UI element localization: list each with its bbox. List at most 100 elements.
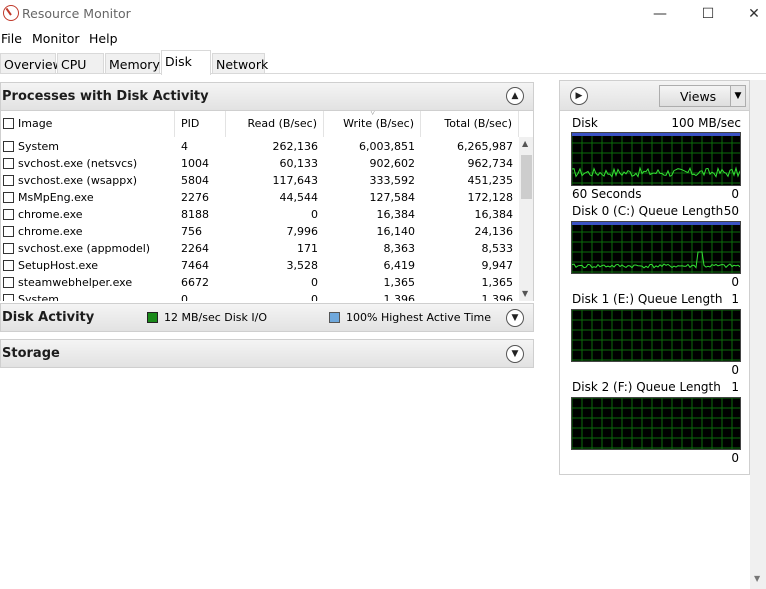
cell-write: 127,584 [369, 191, 416, 204]
column-header-image[interactable]: Image [1, 111, 175, 137]
row-checkbox[interactable] [3, 209, 14, 220]
tab-network[interactable]: Network [212, 53, 268, 74]
graph-min: 0 [731, 363, 739, 377]
views-dropdown-icon[interactable]: ▼ [730, 85, 746, 107]
graph-min: 0 [731, 187, 739, 201]
active-time-legend-swatch [329, 312, 340, 323]
cell-pid: 7464 [181, 259, 209, 272]
cell-pid: 8188 [181, 208, 209, 221]
close-button[interactable]: ✕ [731, 0, 766, 28]
cell-read: 60,133 [279, 157, 319, 170]
cell-total: 451,235 [467, 174, 514, 187]
table-row[interactable]: SetupHost.exe 7464 3,528 6,419 9,947 [1, 257, 519, 274]
menu-bar: File Monitor Help [0, 28, 766, 48]
cell-write: 6,003,851 [359, 140, 415, 153]
graph-title: Disk [572, 116, 598, 130]
disk-activity-panel-header[interactable]: Disk Activity 12 MB/sec Disk I/O 100% Hi… [0, 303, 534, 332]
disk-activity-panel-title: Disk Activity [2, 310, 95, 325]
minimize-button[interactable]: — [637, 0, 683, 28]
row-checkbox[interactable] [3, 260, 14, 271]
column-header-write[interactable]: ▽ Write (B/sec) [324, 111, 421, 137]
column-header-read[interactable]: Read (B/sec) [226, 111, 324, 137]
scroll-down-icon[interactable]: ▼ [754, 574, 760, 583]
cell-image: chrome.exe [18, 208, 83, 221]
active-time-bar [572, 133, 740, 136]
graph-max: 100 MB/sec [671, 116, 741, 130]
cell-pid: 6672 [181, 276, 209, 289]
row-checkbox[interactable] [3, 141, 14, 152]
collapse-up-icon[interactable]: ▲ [506, 87, 524, 105]
storage-panel-header[interactable]: Storage ▼ [0, 339, 534, 368]
cell-read: 7,996 [286, 225, 319, 238]
row-checkbox[interactable] [3, 192, 14, 203]
select-all-checkbox[interactable] [3, 118, 14, 129]
graph-max: 50 [723, 204, 739, 218]
table-row[interactable]: System 4 262,136 6,003,851 6,265,987 [1, 138, 519, 155]
cell-pid: 4 [181, 140, 188, 153]
cell-image: svchost.exe (wsappx) [18, 174, 138, 187]
table-row[interactable]: System 0 0 1,396 1,396 [1, 291, 519, 301]
window-scrollbar[interactable]: ▼ [750, 80, 766, 589]
row-checkbox[interactable] [3, 175, 14, 186]
table-row[interactable]: svchost.exe (wsappx) 5804 117,643 333,592 45… [1, 172, 519, 189]
table-row[interactable]: svchost.exe (appmodel) 2264 171 8,363 8,533 [1, 240, 519, 257]
tab-memory[interactable]: Memory [105, 53, 160, 74]
row-checkbox[interactable] [3, 294, 14, 301]
disk-1-queue-graph [571, 309, 741, 362]
scroll-up-icon[interactable]: ▲ [522, 139, 528, 148]
cell-read: 0 [311, 208, 318, 221]
cell-read: 0 [311, 293, 318, 301]
cell-write: 8,363 [383, 242, 416, 255]
cell-write: 1,365 [383, 276, 416, 289]
cell-read: 0 [311, 276, 318, 289]
resource-monitor-icon [3, 5, 19, 21]
cell-total: 16,384 [474, 208, 514, 221]
menu-monitor[interactable]: Monitor [32, 31, 80, 46]
graph-panel: ▶ Views ▼ Disk 100 MB/sec 60 Seconds 0 D… [559, 80, 750, 475]
processes-panel-title: Processes with Disk Activity [2, 89, 209, 104]
cell-image: svchost.exe (appmodel) [18, 242, 151, 255]
cell-pid: 5804 [181, 174, 209, 187]
expand-down-icon[interactable]: ▼ [506, 345, 524, 363]
graph-panel-toolbar: ▶ Views ▼ [560, 81, 749, 111]
cell-image: MsMpEng.exe [18, 191, 94, 204]
column-header-total[interactable]: Total (B/sec) [421, 111, 519, 137]
tab-overview[interactable]: Overview [0, 53, 63, 74]
scroll-down-icon[interactable]: ▼ [522, 289, 528, 298]
graph-min: 0 [731, 451, 739, 465]
views-button[interactable]: Views [659, 85, 735, 107]
row-checkbox[interactable] [3, 277, 14, 288]
cell-image: steamwebhelper.exe [18, 276, 133, 289]
table-row[interactable]: chrome.exe 756 7,996 16,140 24,136 [1, 223, 519, 240]
cell-read: 117,643 [272, 174, 319, 187]
processes-panel-header[interactable]: Processes with Disk Activity ▲ [0, 82, 534, 111]
table-row[interactable]: MsMpEng.exe 2276 44,544 127,584 172,128 [1, 189, 519, 206]
tab-bar: Overview CPU Memory Disk Network [0, 48, 766, 75]
process-table-scrollbar[interactable]: ▲ ▼ [519, 137, 533, 301]
chevron-right-icon[interactable]: ▶ [570, 87, 588, 105]
menu-help[interactable]: Help [89, 31, 118, 46]
row-checkbox[interactable] [3, 158, 14, 169]
cell-pid: 0 [181, 293, 188, 301]
maximize-button[interactable]: ☐ [685, 0, 731, 28]
cell-read: 171 [297, 242, 318, 255]
column-header-pid[interactable]: PID [175, 111, 226, 137]
tab-disk[interactable]: Disk [161, 50, 211, 75]
cell-read: 44,544 [279, 191, 319, 204]
cell-total: 1,396 [481, 293, 514, 301]
table-row[interactable]: steamwebhelper.exe 6672 0 1,365 1,365 [1, 274, 519, 291]
scrollbar-thumb[interactable] [521, 155, 532, 199]
cell-image: System [18, 293, 60, 301]
cell-image: svchost.exe (netsvcs) [18, 157, 138, 170]
tab-cpu[interactable]: CPU [57, 53, 104, 74]
row-checkbox[interactable] [3, 226, 14, 237]
cell-total: 6,265,987 [457, 140, 513, 153]
row-checkbox[interactable] [3, 243, 14, 254]
graph-time-span: 60 Seconds [572, 187, 642, 201]
table-row[interactable]: svchost.exe (netsvcs) 1004 60,133 902,602 96… [1, 155, 519, 172]
table-row[interactable]: chrome.exe 8188 0 16,384 16,384 [1, 206, 519, 223]
expand-down-icon[interactable]: ▼ [506, 309, 524, 327]
menu-file[interactable]: File [1, 31, 22, 46]
cell-image: chrome.exe [18, 225, 83, 238]
window-title: Resource Monitor [22, 6, 131, 21]
